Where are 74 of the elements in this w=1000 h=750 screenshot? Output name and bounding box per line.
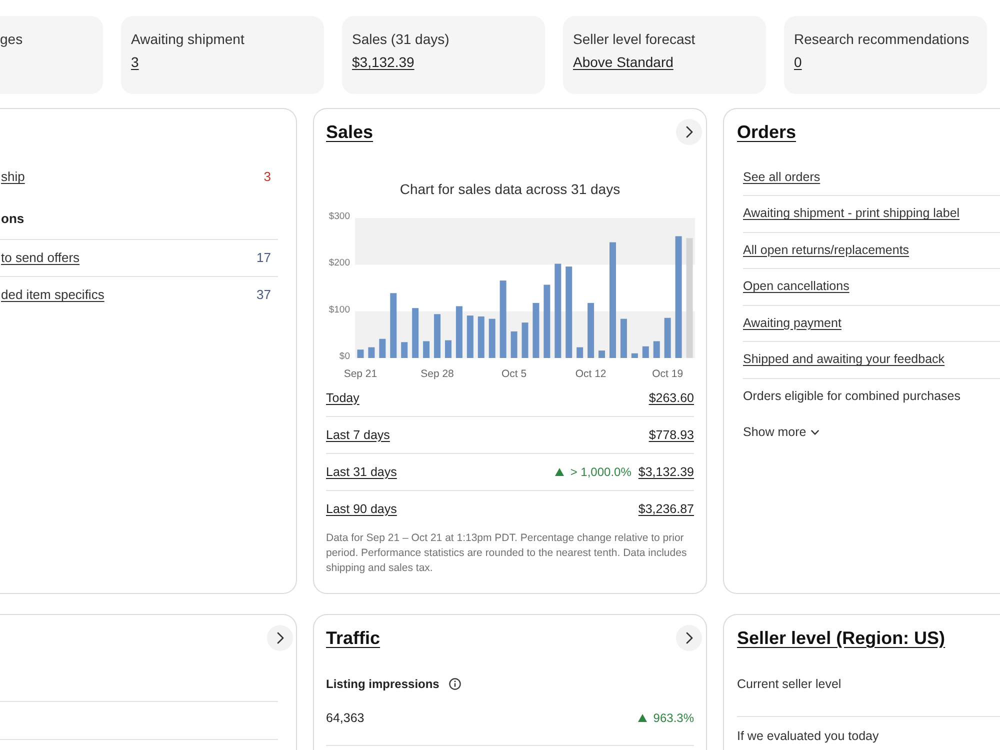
sales-bar: [357, 350, 364, 358]
show-more-button[interactable]: Show more: [743, 422, 820, 442]
chart-title: Chart for sales data across 31 days: [400, 181, 620, 197]
x-axis-label: Oct 5: [501, 368, 527, 380]
sales-bar: [423, 341, 430, 358]
percent-change: 963.3%: [653, 710, 694, 727]
chevron-right-icon: [686, 126, 692, 138]
sales-bar: [576, 347, 584, 358]
y-axis-label: $200: [328, 258, 350, 269]
footnote: Data for Sep 21 – Oct 21 at 1:13pm PDT. Percentage change relative to prior period. Performance statistics are rounded to the nearest tenth. Data includes shipping and sales tax.: [326, 531, 688, 576]
metric-value: 64,363: [326, 710, 364, 727]
sales-bar: [588, 302, 594, 358]
chevron-down-icon: [811, 430, 820, 434]
orders-item[interactable]: Orders eligible for combined purchases: [743, 386, 960, 406]
task-link[interactable]: ded item specifics: [1, 285, 104, 305]
x-axis-label: Sep 21: [344, 368, 378, 380]
y-axis-label: $100: [328, 304, 350, 316]
section-heading: ons: [1, 211, 24, 226]
sales-bar: [401, 342, 408, 358]
stat-value[interactable]: $3,132.39: [352, 53, 414, 71]
card-title[interactable]: Orders: [737, 119, 796, 145]
orders-link[interactable]: All open returns/replacements: [743, 240, 910, 260]
orders-link[interactable]: Awaiting payment: [743, 314, 842, 333]
chevron-button[interactable]: [267, 625, 293, 651]
sales-bar: [390, 293, 397, 358]
card-title[interactable]: Traffic: [326, 625, 380, 651]
stat-label: Awaiting shipment: [131, 30, 244, 48]
period-link[interactable]: Today: [326, 388, 360, 408]
stat-label: Seller level forecast: [573, 30, 696, 48]
chevron-right-icon: [276, 632, 284, 644]
task-link[interactable]: ship: [1, 167, 25, 187]
chevron-button[interactable]: [676, 625, 702, 651]
seller-level-row-text: Current seller level: [737, 676, 842, 693]
sales-bar: [368, 347, 375, 358]
sales-amount[interactable]: $263.60: [648, 388, 694, 408]
seller-level-row-text: If we evaluated you today: [737, 728, 879, 745]
period-link[interactable]: Last 90 days: [326, 500, 397, 518]
task-link[interactable]: to send offers: [1, 248, 80, 268]
sales-amount[interactable]: $3,236.87: [638, 500, 694, 518]
x-axis-label: Sep 28: [420, 368, 454, 380]
period-link[interactable]: Last 7 days: [326, 426, 390, 444]
card-title[interactable]: Seller level (Region: US): [737, 625, 946, 651]
orders-link[interactable]: Awaiting shipment - print shipping label: [743, 204, 960, 224]
percent-change: > 1,000.0%: [570, 464, 632, 481]
sales-amount[interactable]: $3,132.39: [638, 462, 694, 482]
stat-label: Sales (31 days): [352, 30, 450, 48]
period-link[interactable]: Last 31 days: [326, 462, 397, 482]
sales-bar: [412, 308, 419, 358]
chevron-button[interactable]: [676, 119, 702, 145]
x-axis-label: Oct 19: [652, 368, 684, 380]
orders-link[interactable]: See all orders: [743, 168, 820, 186]
sales-bar: [434, 314, 440, 358]
metric-label: Listing impressions: [326, 676, 440, 693]
sales-bar: [631, 353, 638, 358]
task-count: 37: [256, 286, 271, 304]
sales-bar: [532, 302, 540, 358]
sales-bar: [379, 338, 386, 358]
x-axis-label: Oct 12: [575, 368, 606, 380]
sales-bar: [598, 350, 606, 358]
orders-link[interactable]: Open cancellations: [743, 277, 850, 296]
stat-value[interactable]: 0: [794, 53, 802, 71]
task-count: 17: [256, 249, 271, 268]
sales-amount[interactable]: $778.93: [648, 426, 694, 444]
card-title[interactable]: Sales: [326, 119, 374, 145]
stat-label: Research recommendations: [794, 30, 970, 48]
y-axis-label: $0: [339, 351, 350, 362]
stat-value[interactable]: 3: [131, 53, 139, 71]
orders-link[interactable]: Shipped and awaiting your feedback: [743, 350, 945, 370]
stat-value[interactable]: Above Standard: [573, 53, 674, 71]
stat-label: ges: [0, 30, 23, 48]
y-axis-label: $300: [328, 211, 350, 222]
info-icon: [449, 678, 462, 690]
chevron-right-icon: [686, 632, 692, 644]
task-count: 3: [264, 168, 271, 186]
